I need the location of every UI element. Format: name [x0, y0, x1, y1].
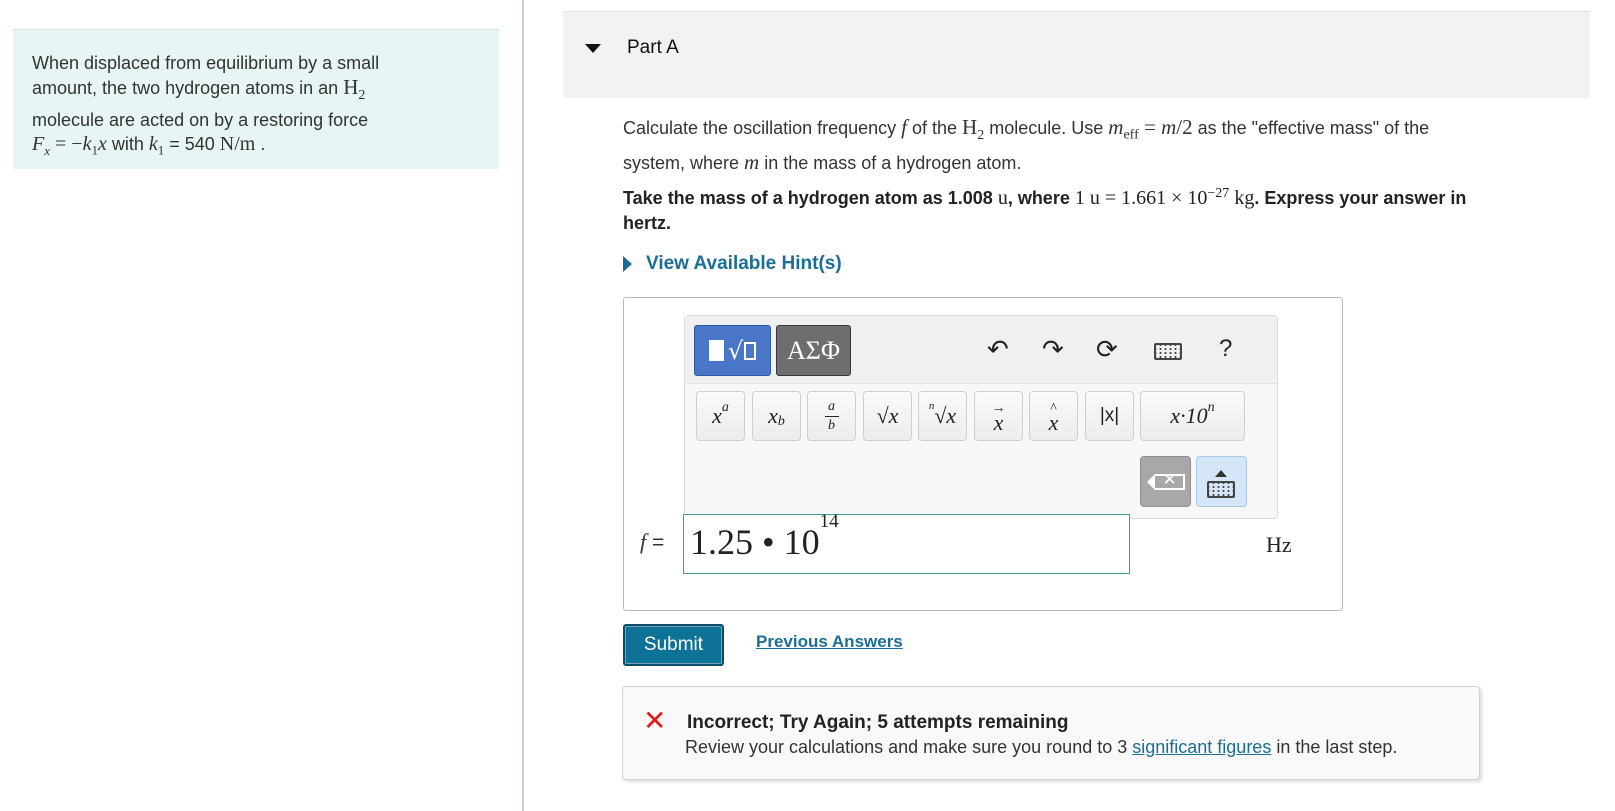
templates-tab[interactable]: √	[694, 325, 771, 376]
instruction-text: Take the mass of a hydrogen atom as 1.00…	[623, 186, 1467, 233]
submit-button[interactable]: Submit	[623, 624, 724, 666]
key-vector[interactable]: → x	[974, 391, 1023, 441]
unit-label: Hz	[1266, 532, 1292, 557]
part-title: Part A	[627, 37, 679, 58]
template-box-icon	[744, 341, 757, 360]
view-hints-label: View Available Hint(s)	[646, 253, 842, 274]
help-icon[interactable]: ?	[1219, 334, 1232, 364]
backspace-icon: ✕	[1146, 470, 1185, 490]
problem-context: When displaced from equilibrium by a sma…	[13, 29, 499, 169]
answer-variable-label: f =	[640, 529, 665, 554]
key-unit-vector[interactable]: ^ x	[1029, 391, 1078, 441]
greek-symbols-tab[interactable]: ΑΣΦ	[776, 325, 851, 376]
radical-icon: √	[727, 336, 744, 365]
key-scientific-notation[interactable]: x·10 n	[1140, 391, 1245, 441]
collapse-caret-icon[interactable]	[585, 44, 601, 53]
key-square-root[interactable]: √x	[863, 391, 912, 441]
question-text: Calculate the oscillation frequency f of…	[623, 115, 1430, 175]
significant-figures-link[interactable]: significant figures	[1132, 737, 1271, 757]
key-nth-root[interactable]: n √x	[918, 391, 967, 441]
feedback-message: Review your calculations and make sure y…	[685, 737, 1398, 757]
template-square-icon	[708, 340, 724, 361]
key-fraction[interactable]: a b	[807, 391, 856, 441]
incorrect-x-icon: ✕	[643, 705, 667, 736]
keyboard-shortcuts-icon[interactable]	[1154, 343, 1182, 360]
feedback-title: Incorrect; Try Again; 5 attempts remaini…	[687, 712, 1069, 733]
arrow-up-icon	[1215, 470, 1227, 477]
previous-answers-link[interactable]: Previous Answers	[756, 632, 903, 652]
key-subscript[interactable]: xb	[752, 391, 801, 441]
reset-icon[interactable]: ⟳	[1096, 334, 1118, 364]
key-superscript[interactable]: xa	[696, 391, 745, 441]
view-hints-link[interactable]: View Available Hint(s)	[623, 253, 842, 275]
feedback-panel: ✕ Incorrect; Try Again; 5 attempts remai…	[622, 686, 1480, 780]
redo-icon[interactable]: ↷	[1042, 334, 1064, 364]
expand-caret-icon	[623, 256, 632, 272]
show-keyboard-button[interactable]	[1196, 456, 1247, 507]
keyboard-icon	[1207, 481, 1235, 498]
panel-divider	[522, 0, 524, 811]
answer-area: √ ΑΣΦ ↶ ↷ ⟳ ? xa xb a b √x n √x → x ^ x |x|	[623, 297, 1343, 611]
answer-input[interactable]: 1.25 • 1014	[683, 511, 1130, 574]
math-toolbar: √ ΑΣΦ ↶ ↷ ⟳ ? xa xb a b √x n √x → x ^ x |x|	[684, 315, 1278, 519]
delete-key[interactable]: ✕	[1140, 456, 1191, 507]
context-line-1: When displaced from equilibrium by a sma…	[32, 53, 380, 73]
context-line-3: molecule are acted on by a restoring for…	[32, 110, 369, 131]
key-absolute-value[interactable]: |x|	[1085, 391, 1134, 441]
toolbar-header	[685, 316, 1277, 384]
context-line-2: amount, the two hydrogen atoms in an H2	[32, 75, 366, 104]
part-a-header[interactable]: Part A	[563, 11, 1590, 98]
context-line-4: Fx = −k1x with k1 = 540 N/m .	[32, 133, 266, 159]
undo-icon[interactable]: ↶	[987, 334, 1009, 364]
